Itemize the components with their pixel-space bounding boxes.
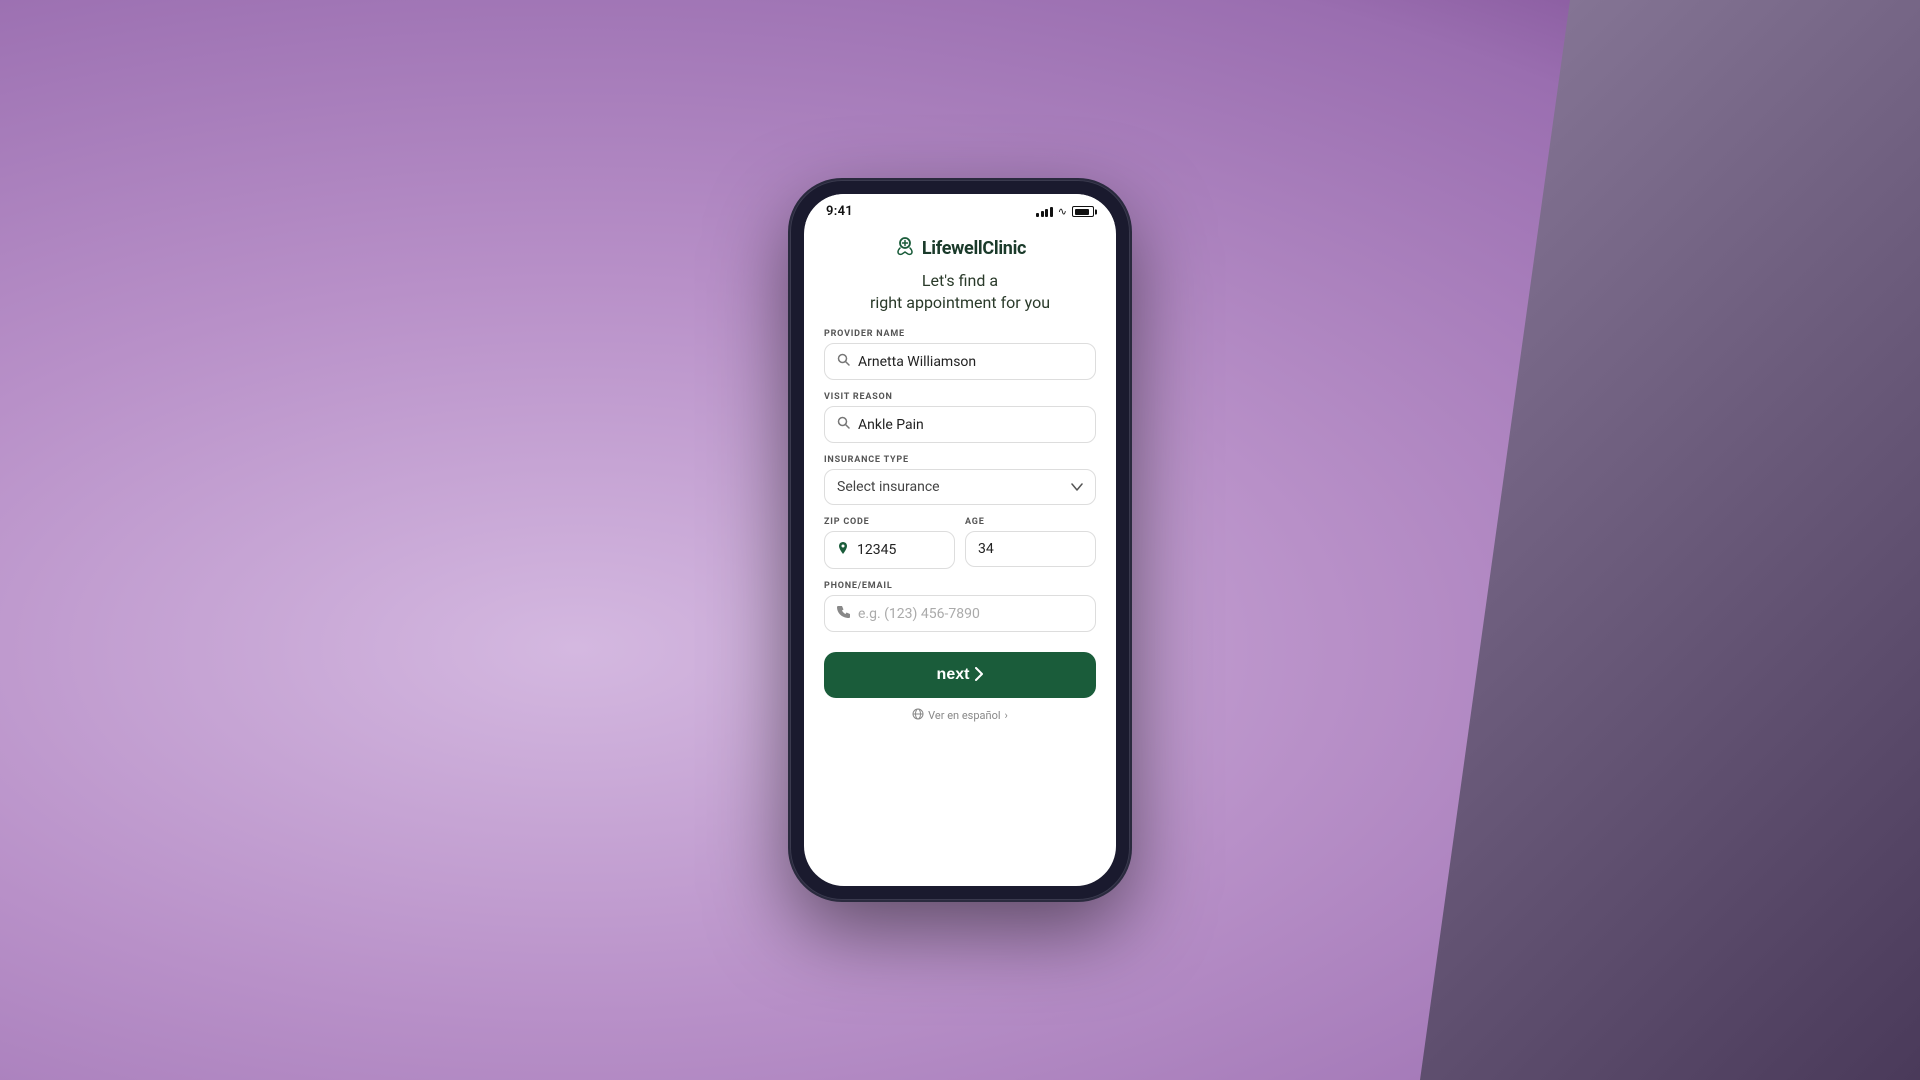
provider-name-group: PROVIDER NAME Arnetta Williamson (824, 329, 1096, 380)
signal-bars-icon (1036, 207, 1053, 217)
status-time: 9:41 (826, 204, 853, 219)
scene-container: 9:41 ∿ (0, 0, 1920, 1080)
next-button[interactable]: next (824, 652, 1096, 698)
age-label: AGE (965, 517, 1096, 527)
brand-icon (894, 235, 916, 262)
phone-email-input[interactable]: e.g. (123) 456-7890 (824, 595, 1096, 632)
globe-icon (912, 708, 924, 723)
chevron-down-icon (1071, 479, 1083, 495)
phone-screen: 9:41 ∿ (804, 194, 1116, 886)
phone-email-group: PHONE/EMAIL e.g. (123) 456-7890 (824, 581, 1096, 632)
language-text: Ver en español › (824, 708, 1096, 723)
language-link[interactable]: Ver en español › (824, 698, 1096, 727)
phone-icon (837, 605, 850, 622)
visit-reason-label: VISIT REASON (824, 392, 1096, 402)
visit-reason-value: Ankle Pain (858, 417, 1083, 433)
signal-bar-1 (1036, 213, 1039, 217)
form-section: PROVIDER NAME Arnetta Williamson (824, 329, 1096, 632)
phone-frame: 9:41 ∿ (790, 180, 1130, 900)
spacer (824, 632, 1096, 644)
search-icon-reason (837, 416, 850, 433)
app-header: LifewellClinic Let's find a right appoin… (824, 223, 1096, 329)
phone-email-placeholder: e.g. (123) 456-7890 (858, 606, 1083, 622)
provider-name-label: PROVIDER NAME (824, 329, 1096, 339)
brand-logo: LifewellClinic (824, 235, 1096, 262)
insurance-type-value: Select insurance (837, 479, 940, 495)
insurance-type-label: INSURANCE TYPE (824, 455, 1096, 465)
battery-icon (1072, 206, 1094, 217)
brand-name: LifewellClinic (922, 238, 1026, 259)
insurance-type-select[interactable]: Select insurance (824, 469, 1096, 505)
zip-code-input[interactable]: 12345 (824, 531, 955, 569)
provider-name-input[interactable]: Arnetta Williamson (824, 343, 1096, 380)
zip-age-row: ZIP CODE 12345 (824, 517, 1096, 569)
battery-fill (1075, 209, 1089, 215)
signal-bar-4 (1050, 207, 1053, 217)
visit-reason-input[interactable]: Ankle Pain (824, 406, 1096, 443)
status-icons: ∿ (1036, 205, 1094, 218)
zip-code-value: 12345 (857, 542, 942, 558)
age-value: 34 (978, 541, 1083, 557)
header-subtitle: Let's find a right appointment for you (824, 270, 1096, 313)
wifi-icon: ∿ (1058, 205, 1067, 218)
phone-email-label: PHONE/EMAIL (824, 581, 1096, 591)
app-content: LifewellClinic Let's find a right appoin… (804, 223, 1116, 886)
signal-bar-2 (1041, 211, 1044, 217)
insurance-type-group: INSURANCE TYPE Select insurance (824, 455, 1096, 505)
visit-reason-group: VISIT REASON Ankle Pain (824, 392, 1096, 443)
next-chevron-icon (975, 667, 983, 684)
provider-name-value: Arnetta Williamson (858, 354, 1083, 370)
status-bar: 9:41 ∿ (804, 194, 1116, 223)
zip-code-label: ZIP CODE (824, 517, 955, 527)
next-button-label: next (937, 666, 970, 684)
age-group: AGE 34 (965, 517, 1096, 569)
age-input[interactable]: 34 (965, 531, 1096, 567)
signal-bar-3 (1045, 209, 1048, 217)
language-arrow-icon: › (1005, 709, 1008, 722)
search-icon-provider (837, 353, 850, 370)
phone-wrapper: 9:41 ∿ (790, 180, 1130, 900)
zip-code-group: ZIP CODE 12345 (824, 517, 955, 569)
location-icon (837, 541, 849, 559)
